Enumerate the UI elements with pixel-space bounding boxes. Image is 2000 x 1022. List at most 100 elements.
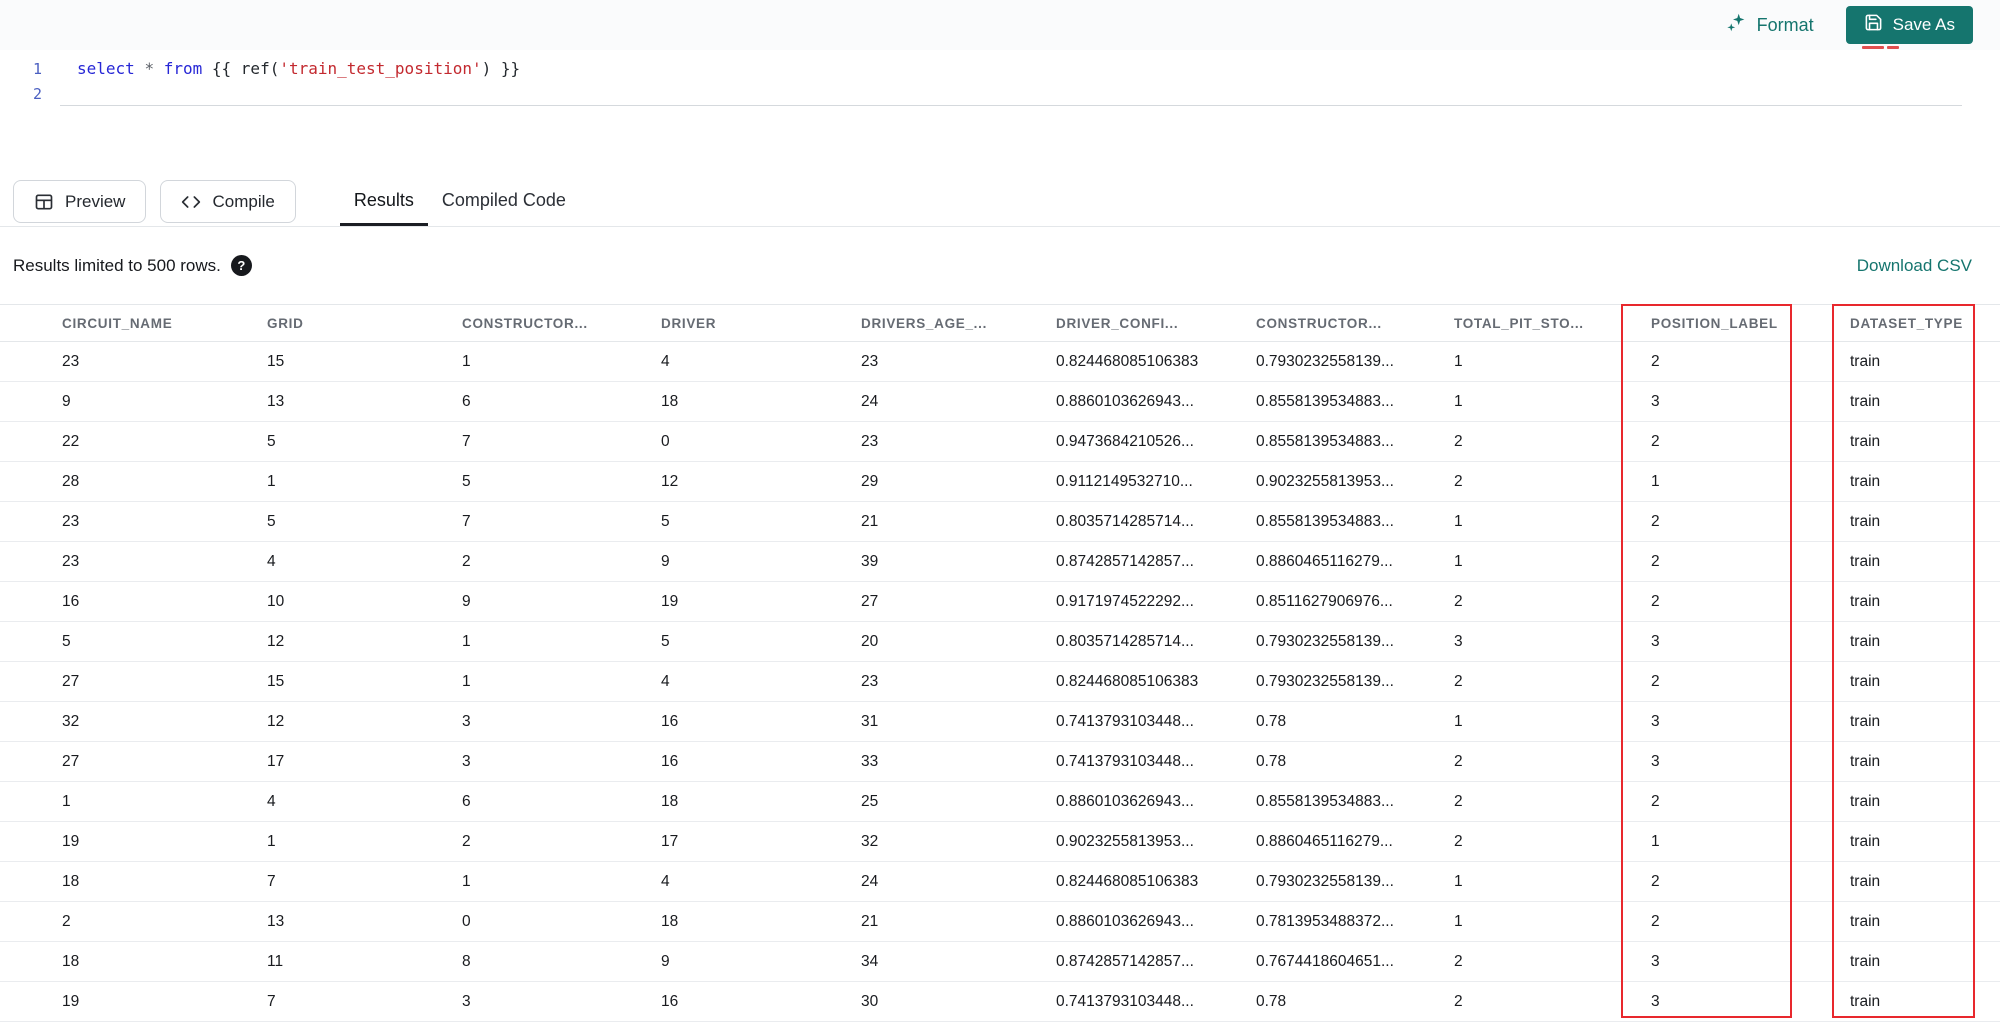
tab-compiled-code[interactable]: Compiled Code [428, 177, 580, 226]
table-cell: 2 [1651, 861, 1833, 902]
table-cell: 0.7930232558139... [1256, 621, 1454, 662]
column-header[interactable]: POSITION_LABEL [1651, 304, 1833, 342]
table-cell: 2 [1651, 901, 1833, 942]
table-cell: 27 [0, 661, 267, 702]
table-cell: 23 [861, 341, 1056, 382]
table-cell: 6 [462, 381, 661, 422]
table-cell: 5 [462, 461, 661, 502]
code-token: * [144, 59, 155, 78]
save-as-button[interactable]: Save As [1845, 6, 1973, 44]
table-cell: 19 [0, 821, 267, 862]
table-cell: 1 [1651, 821, 1833, 862]
table-cell: 9 [462, 581, 661, 622]
table-cell: 16 [661, 741, 861, 782]
table-cell: 2 [1651, 341, 1833, 382]
column-header[interactable]: DATASET_TYPE [1833, 304, 2000, 342]
results-table: CIRCUIT_NAME GRID CONSTRUCTOR... DRIVER DRIV… [0, 304, 2000, 1022]
column-header[interactable]: CIRCUIT_NAME [0, 304, 267, 342]
table-cell: 18 [661, 901, 861, 942]
table-cell: 2 [1651, 501, 1833, 542]
column-header[interactable]: DRIVER_CONFI... [1056, 304, 1256, 342]
table-cell: 2 [1454, 661, 1651, 702]
help-icon[interactable]: ? [230, 255, 252, 276]
table-cell: 0.78 [1256, 981, 1454, 1022]
table-cell: 23 [861, 421, 1056, 462]
download-csv-link[interactable]: Download CSV [1857, 256, 1972, 276]
table-cell: 30 [861, 981, 1056, 1022]
code-token: from [163, 59, 203, 78]
tab-results[interactable]: Results [339, 177, 428, 226]
table-cell: 8 [462, 941, 661, 982]
column-header[interactable]: CONSTRUCTOR... [462, 304, 661, 342]
minimap-line-red [1862, 46, 1918, 49]
table-cell: 29 [861, 461, 1056, 502]
table-cell: 0 [462, 901, 661, 942]
table-row: 28 1 5 12 29 0.9112149532710... 0.902325581395… [0, 461, 2000, 502]
column-header[interactable]: TOTAL_PIT_STO... [1454, 304, 1651, 342]
table-cell: train [1833, 781, 2000, 822]
table-cell: 2 [462, 541, 661, 582]
table-cell: train [1833, 501, 2000, 542]
preview-button[interactable]: Preview [13, 180, 147, 223]
table-row: 18 11 8 9 34 0.8742857142857... 0.767441860465… [0, 941, 2000, 982]
table-icon [34, 192, 54, 212]
table-cell: 17 [661, 821, 861, 862]
column-header[interactable]: DRIVERS_AGE_... [861, 304, 1056, 342]
table-cell: 4 [267, 781, 462, 822]
column-header[interactable]: GRID [267, 304, 462, 342]
table-cell: 4 [661, 661, 861, 702]
table-cell: 1 [1454, 901, 1651, 942]
table-cell: 3 [462, 701, 661, 742]
table-cell: 23 [0, 541, 267, 582]
table-cell: 1 [1651, 461, 1833, 502]
results-toolbar: Preview Compile Results Compiled Code [0, 177, 2000, 227]
table-cell: 0.7413793103448... [1056, 741, 1256, 782]
table-cell: 39 [861, 541, 1056, 582]
table-cell: 0.8035714285714... [1056, 501, 1256, 542]
table-cell: train [1833, 941, 2000, 982]
table-cell: 4 [661, 341, 861, 382]
table-cell: 24 [861, 861, 1056, 902]
line-number: 2 [32, 84, 42, 103]
table-cell: 2 [0, 901, 267, 942]
table-row: 5 12 1 5 20 0.8035714285714... 0.7930232558139… [0, 621, 2000, 662]
column-header[interactable]: DRIVER [661, 304, 861, 342]
table-cell: train [1833, 661, 2000, 702]
table-cell: 2 [1651, 661, 1833, 702]
code-token: select [77, 59, 135, 78]
table-cell: train [1833, 341, 2000, 382]
table-cell: 0.8035714285714... [1056, 621, 1256, 662]
table-cell: 0.7413793103448... [1056, 981, 1256, 1022]
table-cell: 6 [462, 781, 661, 822]
table-cell: 0.9112149532710... [1056, 461, 1256, 502]
table-row: 22 5 7 0 23 0.9473684210526... 0.8558139534883… [0, 421, 2000, 462]
code-line-2[interactable] [60, 81, 1962, 106]
table-cell: 0 [661, 421, 861, 462]
sql-editor[interactable]: 1 select * from {{ ref('train_test_posit… [0, 50, 2000, 177]
save-icon [1864, 13, 1883, 37]
table-cell: train [1833, 621, 2000, 662]
table-cell: 22 [0, 421, 267, 462]
table-cell: train [1833, 701, 2000, 742]
table-cell: 1 [462, 861, 661, 902]
code-line-1[interactable]: select * from {{ ref('train_test_positio… [60, 59, 1962, 78]
column-header[interactable]: CONSTRUCTOR... [1256, 304, 1454, 342]
table-cell: 2 [1651, 421, 1833, 462]
table-cell: 2 [1454, 421, 1651, 462]
table-row: 27 17 3 16 33 0.7413793103448... 0.78 2 3 train [0, 741, 2000, 782]
save-as-label: Save As [1892, 15, 1955, 34]
table-cell: 13 [267, 901, 462, 942]
table-cell: 18 [661, 381, 861, 422]
table-cell: train [1833, 541, 2000, 582]
table-header-row: CIRCUIT_NAME GRID CONSTRUCTOR... DRIVER DRIV… [0, 304, 2000, 342]
result-tabs: Results Compiled Code [339, 177, 580, 226]
table-cell: 12 [267, 701, 462, 742]
table-row: 23 4 2 9 39 0.8742857142857... 0.8860465116279… [0, 541, 2000, 582]
table-cell: 5 [661, 501, 861, 542]
table-cell: 12 [661, 461, 861, 502]
table-cell: 23 [0, 501, 267, 542]
table-cell: 9 [0, 381, 267, 422]
table-row: 27 15 1 4 23 0.824468085106383 0.7930232558139… [0, 661, 2000, 702]
format-button[interactable]: Format [1726, 12, 1814, 38]
compile-button[interactable]: Compile [160, 180, 296, 223]
